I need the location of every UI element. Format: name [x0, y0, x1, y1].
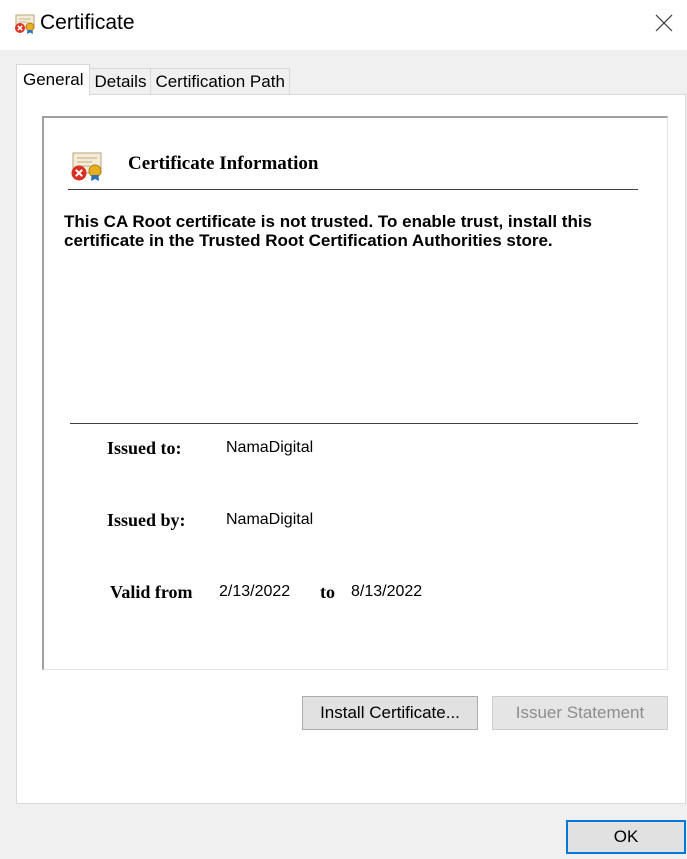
divider	[70, 423, 638, 424]
close-icon	[655, 14, 673, 32]
issued-by-value: NamaDigital	[226, 511, 314, 528]
certificate-info-heading: Certificate Information	[128, 153, 319, 174]
issued-to-value: NamaDigital	[226, 439, 314, 456]
tab-details[interactable]: Details	[89, 68, 152, 95]
window-title: Certificate	[40, 11, 135, 34]
close-button[interactable]	[641, 0, 687, 46]
certificate-error-icon	[15, 14, 35, 34]
divider	[68, 189, 638, 190]
issued-by-label: Issued by:	[107, 510, 186, 530]
valid-to-label: to	[320, 582, 335, 602]
issued-to-label: Issued to:	[107, 438, 182, 458]
valid-from-value: 2/13/2022	[219, 583, 291, 600]
issuer-statement-button[interactable]: Issuer Statement	[492, 696, 668, 730]
certificate-dialog: Certificate General Details Certificatio…	[0, 0, 687, 859]
title-bar: Certificate	[0, 0, 687, 50]
certificate-error-icon	[71, 152, 102, 181]
ok-button[interactable]: OK	[566, 820, 686, 854]
trust-warning-text: This CA Root certificate is not trusted.…	[64, 212, 593, 250]
valid-from-label: Valid from	[110, 582, 193, 602]
valid-to-value: 8/13/2022	[351, 583, 423, 600]
install-certificate-button[interactable]: Install Certificate...	[302, 696, 478, 730]
tab-certification-path[interactable]: Certification Path	[150, 68, 290, 95]
tab-strip: General Details Certification Path	[16, 64, 290, 95]
tab-general[interactable]: General	[16, 64, 91, 95]
